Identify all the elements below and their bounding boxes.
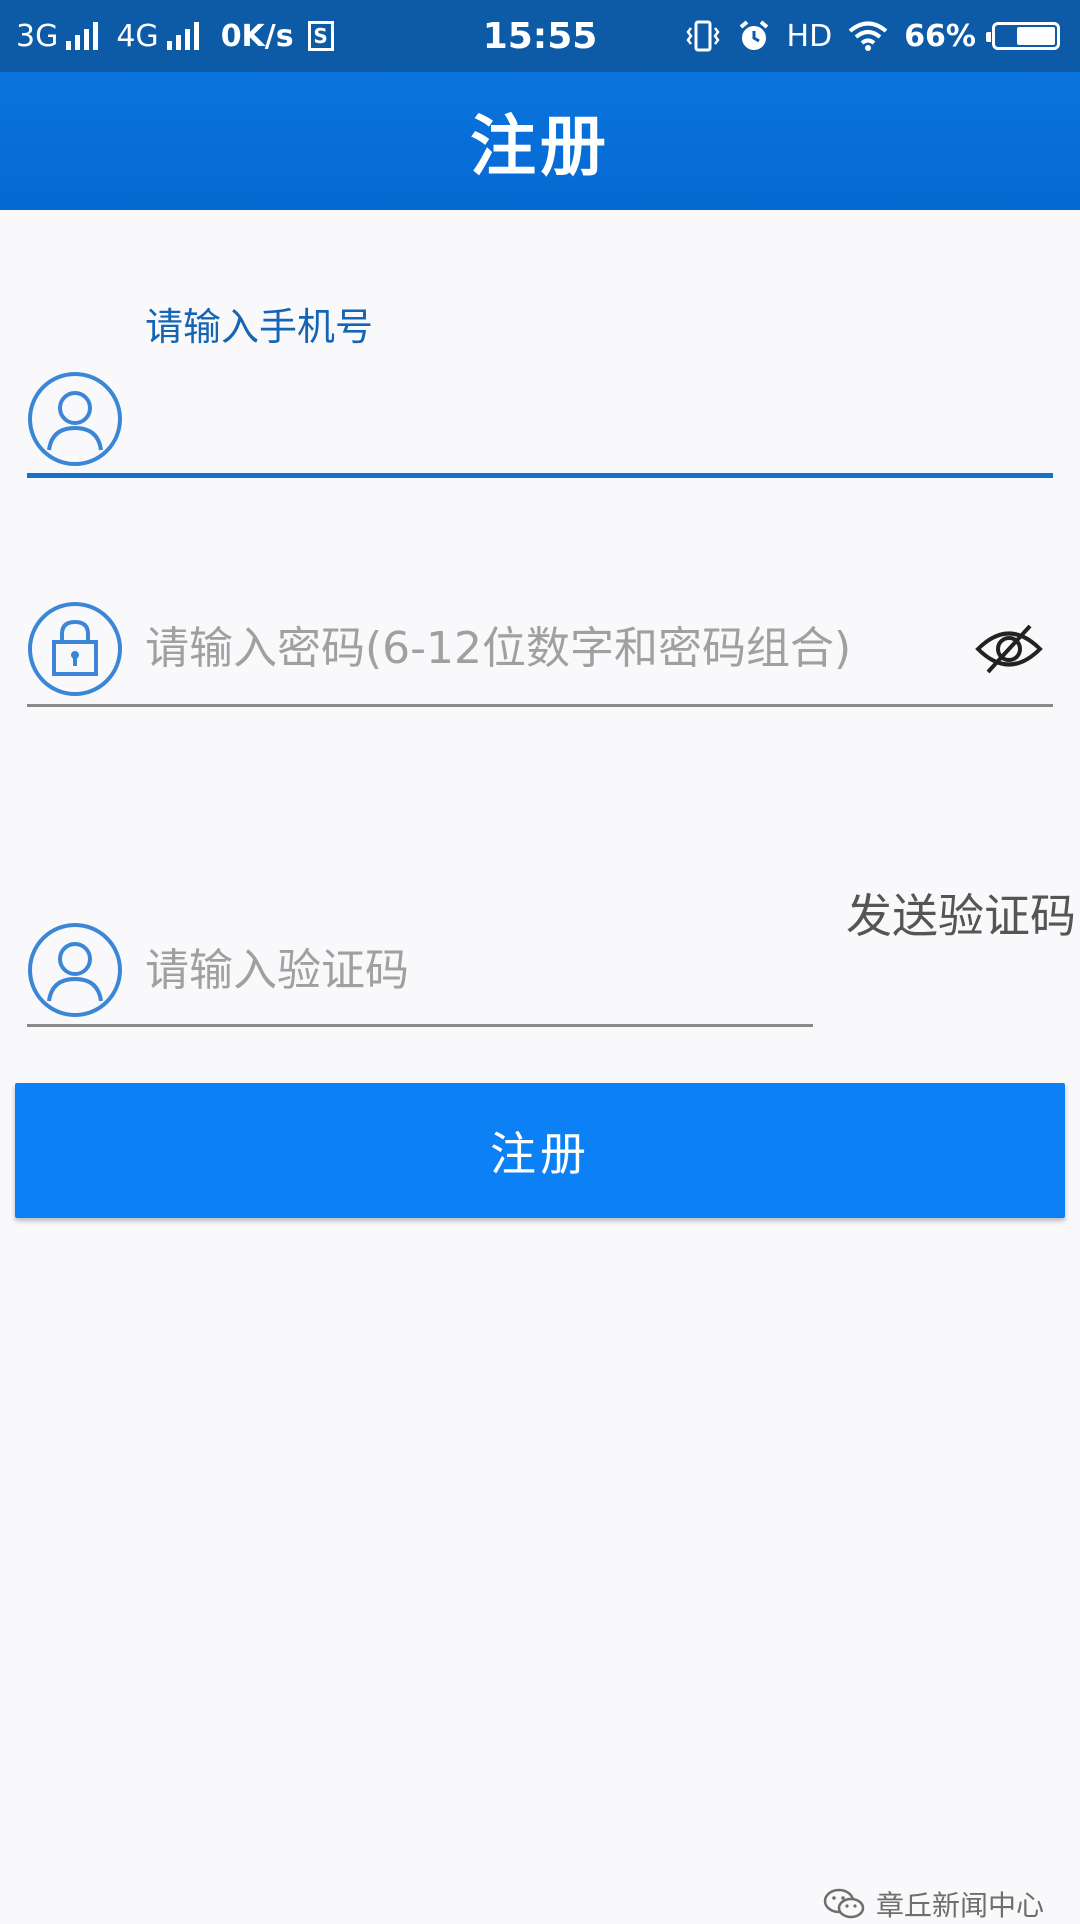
page-title: 注册 bbox=[470, 108, 610, 185]
eye-off-icon[interactable] bbox=[974, 614, 1044, 684]
user-icon bbox=[28, 372, 122, 466]
send-code-button[interactable]: 发送验证码 bbox=[846, 880, 1076, 946]
app-header: 注册 bbox=[0, 72, 1080, 210]
watermark-text: 章丘新闻中心 bbox=[875, 1889, 1044, 1922]
lock-icon bbox=[28, 602, 122, 696]
battery-percent: 66% bbox=[904, 18, 976, 54]
code-underline bbox=[27, 1024, 813, 1027]
battery-level bbox=[1017, 27, 1055, 45]
alarm-icon bbox=[739, 20, 768, 50]
wechat-icon bbox=[823, 1888, 865, 1919]
phone-input[interactable] bbox=[145, 380, 1045, 460]
status-bar: 3G 4G 0K/s S 15:55 HD 66% bbox=[0, 0, 1080, 72]
user-icon bbox=[28, 923, 122, 1017]
wifi-icon bbox=[848, 21, 888, 51]
watermark: 章丘新闻中心 bbox=[822, 1884, 1044, 1924]
vibrate-icon bbox=[685, 20, 720, 52]
battery-icon bbox=[986, 22, 1060, 50]
register-button[interactable]: 注册 bbox=[15, 1083, 1065, 1218]
hd-indicator: HD bbox=[786, 18, 833, 54]
phone-field-label: 请输入手机号 bbox=[145, 305, 374, 349]
phone-underline bbox=[27, 473, 1053, 478]
verification-code-input[interactable] bbox=[145, 930, 785, 1010]
password-input[interactable] bbox=[145, 608, 965, 688]
status-right: HD 66% bbox=[685, 0, 1060, 72]
password-underline bbox=[27, 704, 1053, 707]
